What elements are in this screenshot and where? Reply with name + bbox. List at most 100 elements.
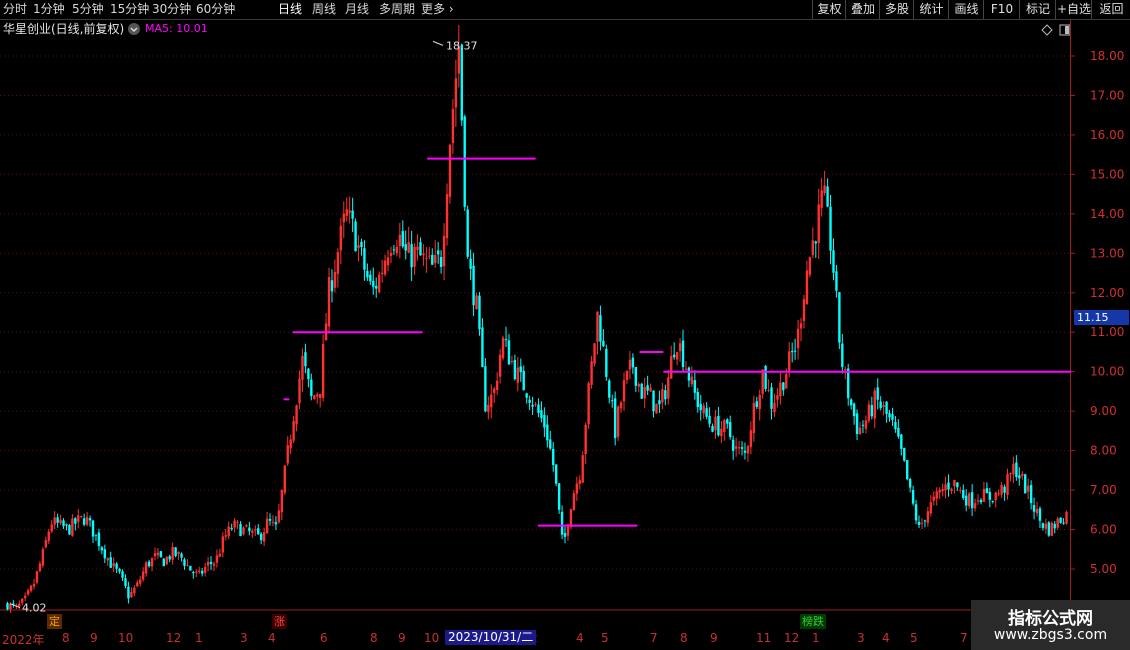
candle-body (920, 522, 924, 524)
high-marker (432, 40, 444, 46)
candle-body (386, 257, 390, 266)
candle-body (699, 403, 702, 411)
candle-body (906, 460, 909, 480)
flag-ding[interactable]: 定 (47, 614, 62, 629)
candle-body (26, 590, 30, 595)
toolbar-button-0[interactable]: 复权 (812, 0, 846, 19)
candle-body (265, 518, 269, 534)
period-tab-8[interactable]: 月线 (345, 1, 369, 18)
y-tick-label: 7.00 (1090, 483, 1117, 497)
period-tab-5[interactable]: 60分钟 (196, 1, 235, 18)
candle-body (442, 235, 446, 267)
candle-body (965, 495, 968, 506)
candle-body (209, 561, 213, 565)
toolbar-button-7[interactable]: +自选 (1055, 0, 1092, 19)
candle-body (389, 252, 393, 256)
flag-bangdie[interactable]: 榜跌 (800, 614, 826, 629)
time-axis-label: 8 (680, 631, 688, 645)
candle-body (947, 482, 950, 490)
y-tick-label: 12.00 (1090, 286, 1124, 300)
candle-body (109, 557, 112, 568)
candle-body (224, 535, 227, 537)
period-tab-10[interactable]: 更多 › (421, 1, 454, 18)
candle-body (248, 527, 251, 532)
period-tab-2[interactable]: 5分钟 (72, 1, 104, 18)
candle-body (847, 368, 850, 399)
candle-body (1003, 486, 1006, 493)
candle-body (664, 390, 667, 400)
candle-body (891, 414, 894, 420)
candle-body (835, 271, 838, 291)
candle-body (168, 556, 171, 560)
toolbar-button-1[interactable]: 叠加 (845, 0, 880, 19)
candle-body (251, 530, 254, 533)
candle-body (162, 558, 166, 567)
candle-body (1009, 473, 1012, 475)
candle-body (392, 249, 396, 251)
kline-chart[interactable]: 18.00 17.00 16.00 15.00 14.00 13.00 12.00 11.00… (0, 20, 1130, 630)
candle-body (752, 403, 756, 434)
candle-body (737, 447, 741, 449)
period-tab-3[interactable]: 15分钟 (110, 1, 149, 18)
time-axis-label: 8 (370, 631, 378, 645)
candle-body (640, 383, 643, 399)
candle-body (29, 585, 33, 591)
candle-body (82, 518, 86, 525)
candle-body (289, 439, 292, 449)
candle-body (1006, 473, 1009, 495)
candle-body (540, 410, 543, 419)
candle-body (366, 270, 369, 278)
candle-body (298, 378, 301, 404)
period-tab-6[interactable]: 日线 (278, 1, 302, 18)
candle-body (799, 323, 803, 329)
candle-body (330, 280, 334, 292)
toolbar-button-3[interactable]: 统计 (913, 0, 949, 19)
candle-body (593, 343, 596, 364)
toolbar-button-2[interactable]: 多股 (879, 0, 914, 19)
time-axis-label: 3 (240, 631, 248, 645)
y-tick-label: 8.00 (1090, 444, 1117, 458)
period-tab-9[interactable]: 多周期 (379, 1, 415, 18)
candle-body (147, 561, 151, 567)
toolbar-button-5[interactable]: F10 (983, 0, 1020, 19)
toolbar-button-8[interactable]: 返回 (1091, 0, 1130, 19)
toolbar-button-4[interactable]: 画线 (948, 0, 984, 19)
period-tab-1[interactable]: 1分钟 (33, 1, 65, 18)
candle-body (605, 348, 608, 377)
candle-body (991, 500, 994, 502)
candle-body (649, 387, 652, 392)
candle-body (484, 366, 487, 412)
period-tab-7[interactable]: 周线 (312, 1, 336, 18)
candle-body (967, 493, 971, 507)
flag-zhang[interactable]: 涨 (272, 614, 287, 629)
candle-body (206, 561, 210, 566)
toolbar-button-6[interactable]: 标记 (1019, 0, 1056, 19)
candle-body (180, 553, 183, 558)
candle-body (675, 352, 679, 360)
period-tab-0[interactable]: 分时 (3, 1, 27, 18)
period-tab-4[interactable]: 30分钟 (152, 1, 191, 18)
candle-body (215, 555, 219, 563)
candle-body (616, 406, 620, 437)
candle-body (348, 210, 351, 213)
candle-body (23, 595, 27, 599)
candle-body (900, 434, 903, 449)
candle-body (950, 488, 953, 492)
candle-body (416, 246, 419, 251)
candle-body (245, 525, 248, 527)
candle-body (454, 78, 458, 108)
candle-body (203, 566, 207, 573)
candle-body (549, 439, 552, 449)
candle-body (85, 516, 89, 525)
candle-body (944, 484, 947, 491)
time-axis-label: 2022年 (2, 633, 45, 647)
time-axis-label: 9 (710, 631, 718, 645)
candle-body (734, 446, 738, 449)
candle-body (1056, 518, 1059, 528)
candle-body (1000, 485, 1003, 495)
candle-body (80, 515, 83, 517)
candle-body (174, 547, 177, 556)
time-axis-label: 3 (857, 631, 865, 645)
time-axis-label: 5 (910, 631, 918, 645)
candle-body (560, 511, 564, 535)
